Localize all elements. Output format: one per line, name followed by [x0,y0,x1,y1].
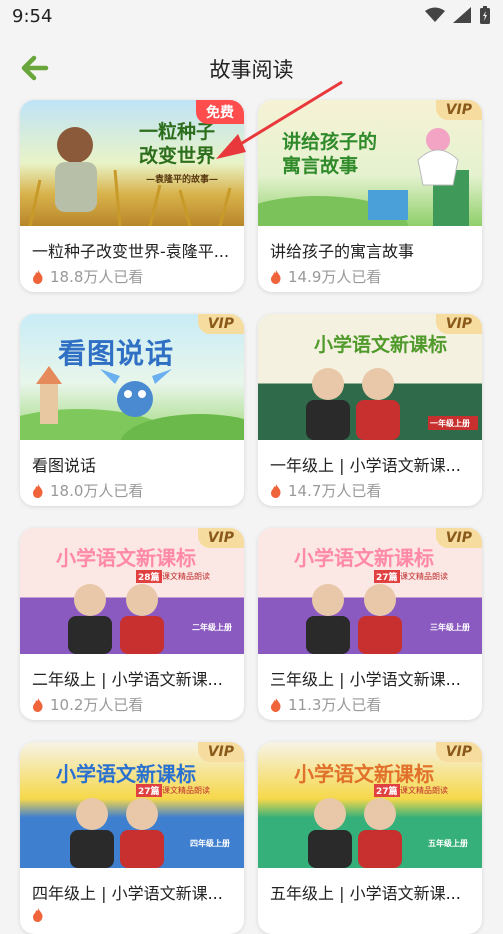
thumb-title: 小学语文新课标 [294,762,434,786]
thumb-subtitle: —袁隆平的故事— [145,175,218,185]
thumbnail: 小学语文新课标 27篇 课文精品朗读 三年级上册 VIP [258,528,482,654]
card-title: 讲给孩子的寓言故事 [270,242,415,261]
thumb-subtitle: 课文精品朗读 [162,786,210,795]
story-card[interactable]: 讲给孩子的寓言故事 VIP 讲给孩子的寓言故事 14.9万人已看 [258,100,482,292]
vip-badge: VIP [435,314,482,334]
thumb-title: 一粒种子改变世界 [138,121,215,167]
thumb-subtitle: 课文精品朗读 [400,786,448,795]
vip-badge: VIP [435,100,482,120]
thumbnail: 讲给孩子的寓言故事 VIP [258,100,482,226]
thumbnail: 看图说话 VIP [20,314,244,440]
thumbnail: 一粒种子改变世界 —袁隆平的故事— 免费 [20,100,244,226]
thumb-title: 小学语文新课标 [294,546,434,570]
view-count-text: 18.0万人已看 [50,482,144,500]
story-card[interactable]: 看图说话 VIP 看图说话 18.0万人已看 [20,314,244,506]
flame-icon [271,483,281,498]
signal-icon [453,7,471,23]
thumb-subtitle: 课文精品朗读 [162,572,210,581]
vip-badge: VIP [197,742,244,762]
card-title: 看图说话 [32,456,97,475]
thumb-title: 小学语文新课标 [56,546,196,570]
story-card[interactable]: 小学语文新课标 27篇 课文精品朗读 五年级上册 VIP 五年级上 | 小学语文… [258,742,482,934]
status-time: 9:54 [12,6,53,27]
view-count-text: 11.3万人已看 [288,696,382,714]
vip-badge: VIP [435,528,482,548]
flame-icon [33,483,43,498]
view-count-text: 14.7万人已看 [288,482,382,500]
view-count-text: 18.8万人已看 [50,268,144,286]
card-title: 二年级上 | 小学语文新课... [32,670,223,689]
story-card[interactable]: 小学语文新课标 一年级上册 VIP 一年级上 | 小学语文新课... 14.7万… [258,314,482,506]
thumb-title: 讲给孩子的寓言故事 [282,131,378,177]
story-card[interactable]: 小学语文新课标 28篇 课文精品朗读 二年级上册 VIP 二年级上 | 小学语文… [20,528,244,720]
thumb-title: 小学语文新课标 [314,334,448,356]
thumb-grade: 三年级上册 [430,623,470,632]
story-card[interactable]: 小学语文新课标 27篇 课文精品朗读 三年级上册 VIP 三年级上 | 小学语文… [258,528,482,720]
thumb-count: 27篇 [374,570,400,583]
thumb-grade: 一年级上册 [430,419,470,428]
card-title: 一年级上 | 小学语文新课... [270,456,461,475]
view-count-text: 10.2万人已看 [50,696,144,714]
header: 故事阅读 [0,40,503,96]
view-count [32,908,50,922]
thumb-title: 看图说话 [58,337,175,370]
view-count: 14.9万人已看 [270,266,381,287]
vip-badge: VIP [197,314,244,334]
thumb-count: 27篇 [374,784,400,797]
view-count: 11.3万人已看 [270,694,381,715]
thumb-title: 小学语文新课标 [56,762,196,786]
thumbnail: 小学语文新课标 一年级上册 VIP [258,314,482,440]
thumb-grade: 四年级上册 [190,839,230,848]
story-card[interactable]: 小学语文新课标 27篇 课文精品朗读 四年级上册 VIP 四年级上 | 小学语文… [20,742,244,934]
view-count: 18.8万人已看 [32,266,143,287]
status-bar: 9:54 [0,0,503,32]
status-icons [425,6,491,24]
vip-badge: VIP [197,528,244,548]
view-count: 18.0万人已看 [32,480,143,501]
view-count: 10.2万人已看 [32,694,143,715]
card-title: 一粒种子改变世界-袁隆平... [32,242,230,261]
free-badge: 免费 [196,100,244,124]
thumb-grade: 二年级上册 [192,623,232,632]
page-title: 故事阅读 [209,58,294,82]
thumb-grade: 五年级上册 [428,839,468,848]
flame-icon [33,697,43,712]
card-title: 五年级上 | 小学语文新课... [270,884,461,903]
thumb-count: 27篇 [136,784,162,797]
story-card[interactable]: 一粒种子改变世界 —袁隆平的故事— 免费 一粒种子改变世界-袁隆平... 18.… [20,100,244,292]
vip-badge: VIP [435,742,482,762]
thumbnail: 小学语文新课标 27篇 课文精品朗读 四年级上册 VIP [20,742,244,868]
thumbnail: 小学语文新课标 28篇 课文精品朗读 二年级上册 VIP [20,528,244,654]
flame-icon [271,697,281,712]
view-count: 14.7万人已看 [270,480,381,501]
thumb-count: 28篇 [136,570,162,583]
view-count-text: 14.9万人已看 [288,268,382,286]
card-title: 四年级上 | 小学语文新课... [32,884,223,903]
thumbnail: 小学语文新课标 27篇 课文精品朗读 五年级上册 VIP [258,742,482,868]
flame-icon [33,908,43,922]
thumb-subtitle: 课文精品朗读 [400,572,448,581]
wifi-icon [425,7,445,22]
flame-icon [33,269,43,284]
battery-icon [480,6,490,24]
card-title: 三年级上 | 小学语文新课... [270,670,461,689]
flame-icon [271,269,281,284]
